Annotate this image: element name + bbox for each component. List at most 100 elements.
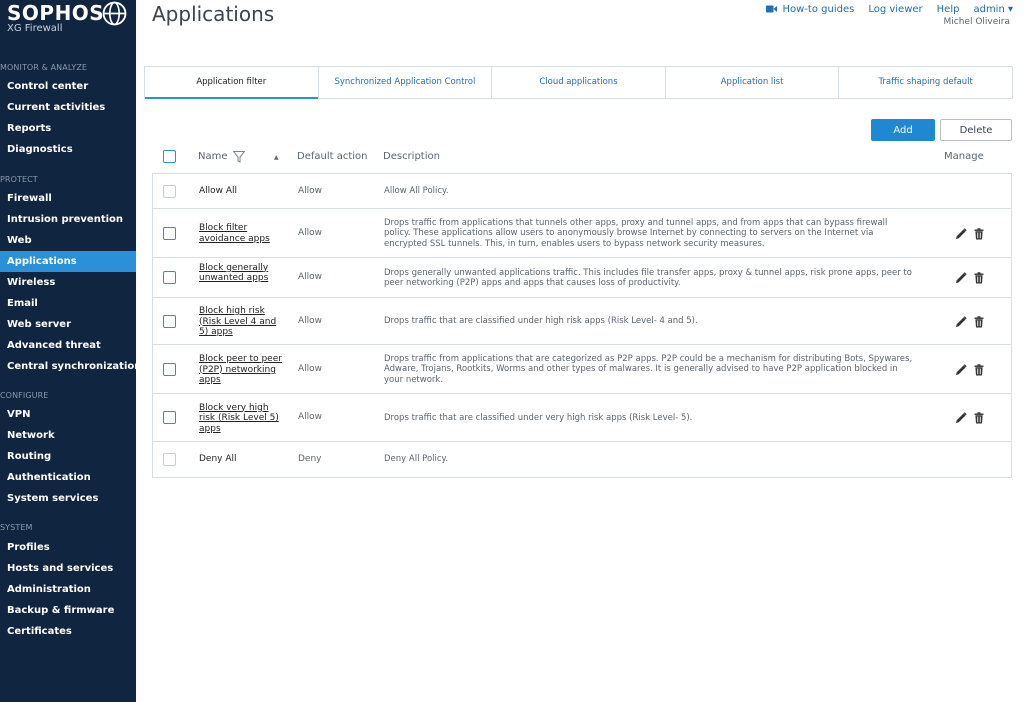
sidebar-item-firewall[interactable]: Firewall: [0, 188, 136, 209]
trash-icon[interactable]: [973, 363, 985, 376]
globe-icon: [102, 1, 127, 26]
policy-name[interactable]: Block generally unwanted apps: [199, 263, 287, 284]
sidebar: SOPHOS XG Firewall MONITOR & ANALYZE Cont…: [0, 0, 141, 702]
sort-asc-icon[interactable]: ▲: [274, 154, 279, 161]
sidebar-item-hosts-and-services[interactable]: Hosts and services: [0, 558, 136, 579]
table-row[interactable]: Block high risk (Risk Level 4 and 5) app…: [153, 298, 1011, 345]
policy-description: Drops traffic that are classified under …: [384, 316, 698, 327]
column-name[interactable]: Name: [198, 151, 228, 162]
sidebar-item-system-services[interactable]: System services: [0, 488, 136, 509]
table-row[interactable]: Deny All Deny Deny All Policy.: [153, 442, 1011, 477]
default-action: Allow: [298, 227, 323, 238]
sidebar-item-applications[interactable]: Applications: [0, 251, 136, 272]
top-links: How-to guides Log viewer Help admin ▾: [752, 4, 1013, 15]
sidebar-item-vpn[interactable]: VPN: [0, 404, 136, 425]
edit-pencil-icon[interactable]: [955, 227, 967, 240]
row-manage-tools: [955, 272, 985, 284]
sidebar-section-title: MONITOR & ANALYZE: [0, 63, 88, 72]
sidebar-item-routing[interactable]: Routing: [0, 446, 136, 467]
sidebar-item-backup-firmware[interactable]: Backup & firmware: [0, 600, 136, 621]
trash-icon[interactable]: [973, 412, 985, 424]
column-manage: Manage: [944, 151, 984, 162]
policy-name[interactable]: Block filter avoidance apps: [199, 223, 287, 244]
brand: SOPHOS XG Firewall: [7, 0, 136, 40]
edit-pencil-icon[interactable]: [955, 315, 967, 328]
edit-pencil-icon[interactable]: [955, 412, 967, 424]
table-row[interactable]: Block very high risk (Risk Level 5) apps…: [153, 394, 1011, 442]
sidebar-item-authentication[interactable]: Authentication: [0, 467, 136, 488]
page-title: Applications: [152, 2, 275, 26]
policy-description: Drops traffic that are classified under …: [384, 412, 693, 423]
sidebar-item-current-activities[interactable]: Current activities: [0, 97, 136, 118]
default-action: Allow: [298, 363, 323, 374]
sidebar-item-profiles[interactable]: Profiles: [0, 537, 136, 558]
table-row[interactable]: Block generally unwanted apps Allow Drops …: [153, 258, 1011, 298]
policy-name: Deny All: [199, 454, 237, 464]
row-checkbox[interactable]: [163, 362, 176, 376]
sophos-logo: SOPHOS: [7, 1, 105, 25]
trash-icon[interactable]: [973, 315, 985, 328]
sidebar-item-network[interactable]: Network: [0, 425, 136, 446]
sidebar-item-wireless[interactable]: Wireless: [0, 272, 136, 293]
row-manage-tools: [955, 227, 985, 240]
delete-button[interactable]: Delete: [940, 119, 1012, 141]
tab-cloud-applications[interactable]: Cloud applications: [492, 67, 666, 98]
policy-description: Drops traffic from applications that are…: [384, 353, 913, 385]
product-name: XG Firewall: [7, 23, 63, 34]
tab-application-filter[interactable]: Application filter: [145, 67, 319, 99]
select-all-checkbox[interactable]: [163, 150, 176, 163]
default-action: Allow: [298, 272, 323, 282]
sidebar-item-control-center[interactable]: Control center: [0, 76, 136, 97]
sidebar-item-diagnostics[interactable]: Diagnostics: [0, 139, 136, 160]
row-manage-tools: [955, 412, 985, 424]
policy-name[interactable]: Block high risk (Risk Level 4 and 5) app…: [199, 306, 287, 338]
row-checkbox: [163, 184, 176, 198]
edit-pencil-icon[interactable]: [955, 272, 967, 284]
trash-icon[interactable]: [973, 227, 985, 240]
table-header: Name ▲ Default action Description Manage: [152, 146, 1012, 168]
username: Michel Oliveira: [943, 17, 1010, 27]
tab-application-list[interactable]: Application list: [666, 67, 840, 98]
sidebar-item-web-server[interactable]: Web server: [0, 314, 136, 335]
row-checkbox[interactable]: [163, 271, 176, 284]
sidebar-item-advanced-threat[interactable]: Advanced threat: [0, 335, 136, 356]
table-row[interactable]: Block peer to peer (P2P) networking apps…: [153, 345, 1011, 394]
sidebar-item-web[interactable]: Web: [0, 230, 136, 251]
default-action: Allow: [298, 315, 323, 326]
policy-name[interactable]: Block very high risk (Risk Level 5) apps: [199, 403, 287, 435]
default-action: Allow: [298, 412, 323, 422]
policy-name: Allow All: [199, 186, 238, 196]
policy-description: Allow All Policy.: [384, 186, 449, 197]
tab-traffic-shaping-default[interactable]: Traffic shaping default: [839, 67, 1012, 98]
policy-name[interactable]: Block peer to peer (P2P) networking apps: [199, 354, 287, 386]
tab-bar: Application filter Synchronized Applicati…: [144, 66, 1013, 99]
row-manage-tools: [955, 315, 985, 328]
row-checkbox: [163, 452, 176, 466]
policy-description: Deny All Policy.: [384, 454, 449, 465]
sidebar-section-title: CONFIGURE: [0, 391, 49, 400]
sidebar-item-reports[interactable]: Reports: [0, 118, 136, 139]
admin-menu[interactable]: admin ▾: [973, 4, 1013, 15]
edit-pencil-icon[interactable]: [955, 363, 967, 376]
row-checkbox[interactable]: [163, 314, 176, 328]
sidebar-item-intrusion-prevention[interactable]: Intrusion prevention: [0, 209, 136, 230]
sidebar-item-certificates[interactable]: Certificates: [0, 621, 136, 642]
howto-link[interactable]: How-to guides: [766, 4, 854, 15]
help-link[interactable]: Help: [937, 4, 960, 15]
log-viewer-link[interactable]: Log viewer: [868, 4, 922, 15]
filter-icon[interactable]: [233, 151, 245, 163]
row-checkbox[interactable]: [163, 226, 176, 240]
row-checkbox[interactable]: [163, 411, 176, 424]
sidebar-item-central-synchronization[interactable]: Central synchronization: [0, 356, 141, 377]
policy-table: Allow All Allow Allow All Policy. Block fil…: [152, 173, 1012, 478]
column-default-action: Default action: [297, 151, 368, 162]
sidebar-item-email[interactable]: Email: [0, 293, 136, 314]
row-manage-tools: [955, 363, 985, 376]
add-button[interactable]: Add: [871, 119, 935, 141]
sidebar-item-administration[interactable]: Administration: [0, 579, 136, 600]
sidebar-section-title: SYSTEM: [0, 523, 33, 532]
table-row[interactable]: Allow All Allow Allow All Policy.: [153, 174, 1011, 209]
trash-icon[interactable]: [973, 272, 985, 284]
table-row[interactable]: Block filter avoidance apps Allow Drops tr…: [153, 209, 1011, 258]
tab-synchronized-application-control[interactable]: Synchronized Application Control: [319, 67, 493, 98]
